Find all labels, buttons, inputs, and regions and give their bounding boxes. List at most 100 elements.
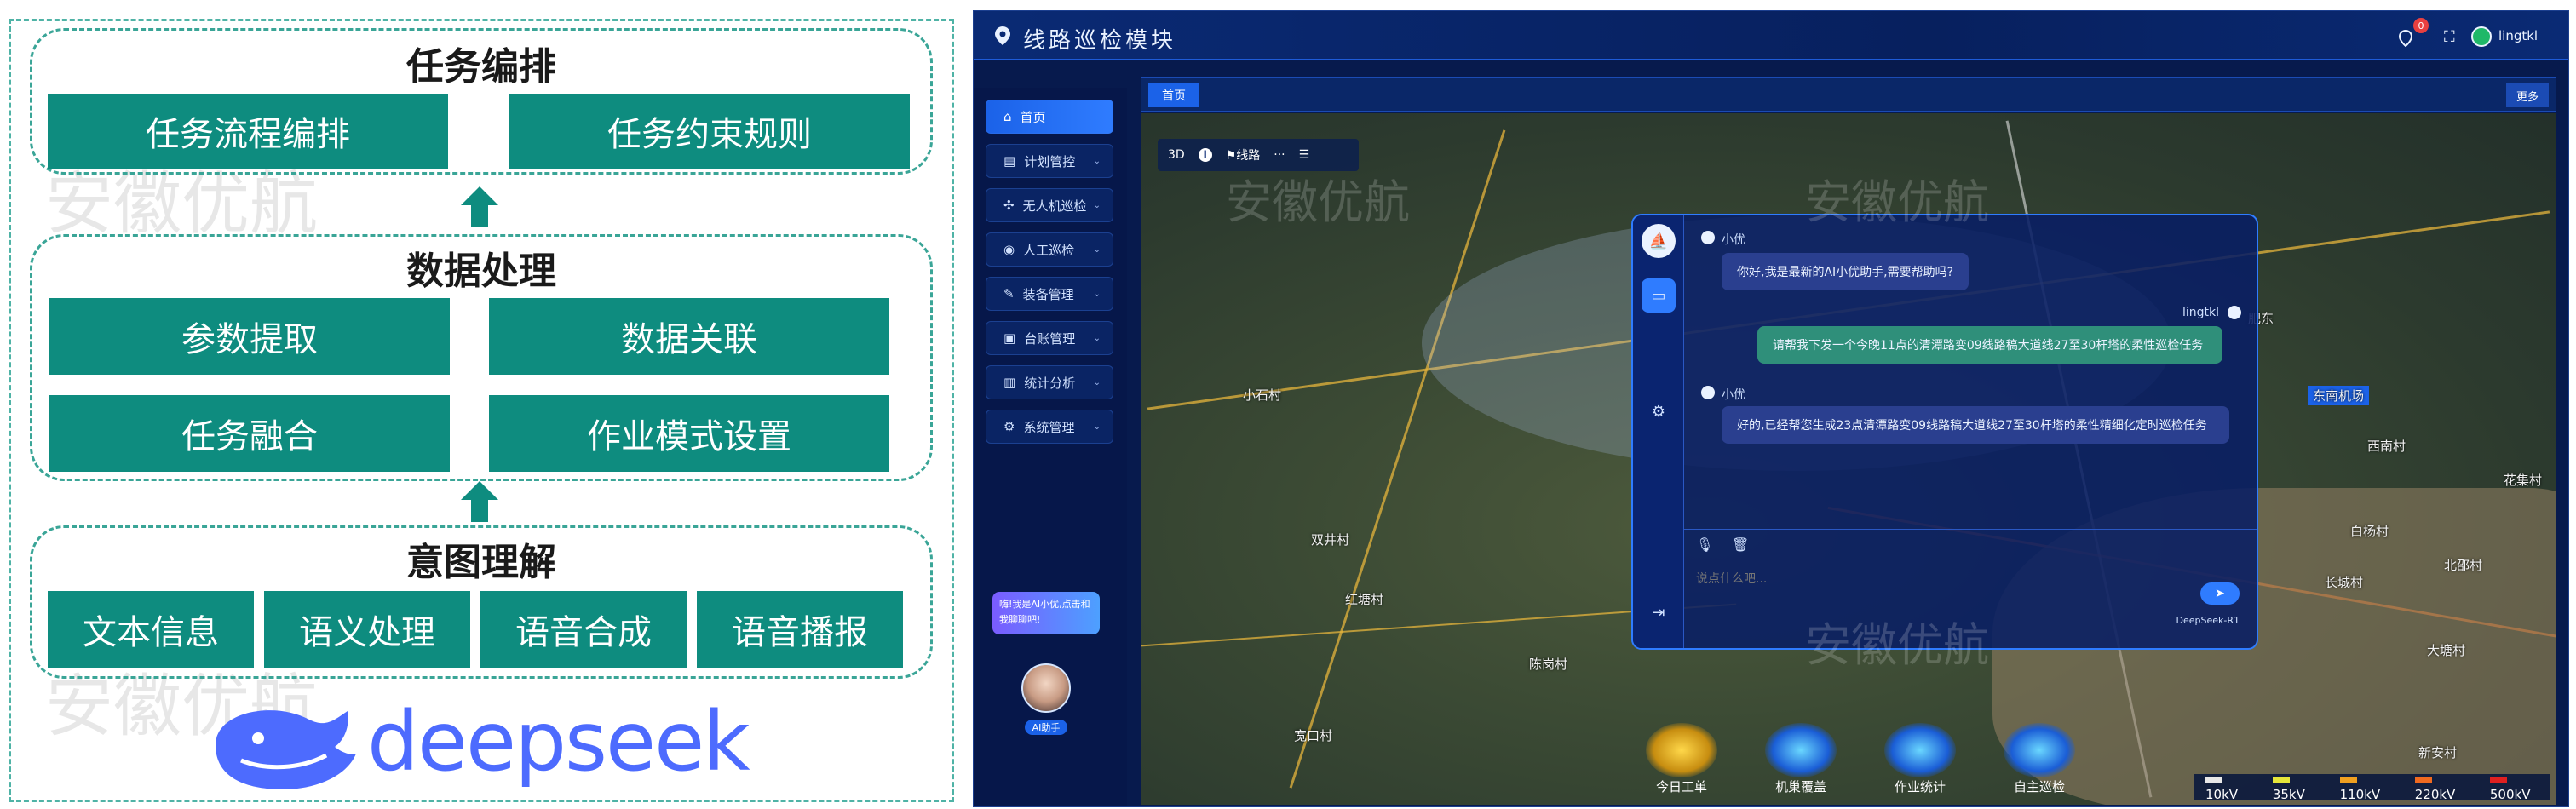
location-icon[interactable] [2398, 30, 2413, 47]
tab-strip: 首页 更多 [1141, 77, 2556, 112]
watermark: 安徽优航 [1226, 175, 1410, 229]
box-semantic: 语义处理 [264, 591, 470, 668]
chevron-down-icon: ⌄ [1093, 244, 1101, 255]
sidebar-item-ledger[interactable]: ▣ 台账管理 ⌄ [986, 321, 1113, 355]
watermark: 安徽优航 [1805, 175, 1989, 229]
box-task-fusion: 任务融合 [49, 395, 450, 472]
sidebar-item-manual[interactable]: ◉ 人工巡检 ⌄ [986, 232, 1113, 267]
avatar[interactable] [2471, 26, 2492, 47]
map-label: 西南村 [2367, 439, 2406, 454]
map-label: 双井村 [1311, 532, 1350, 548]
top-bar: 线路巡检模块 0 ⛶ lingtkl [974, 11, 2568, 60]
drone-icon: ✣ [1003, 198, 1015, 213]
send-icon: ➤ [2215, 587, 2225, 600]
logo-wordmark: deepseek [367, 694, 750, 789]
chat-input[interactable] [1696, 567, 2173, 591]
username[interactable]: lingtkl [2498, 28, 2538, 43]
trash-icon[interactable]: 🗑 [1732, 536, 1749, 553]
bottom-nav-today-orders[interactable]: 今日工单 [1635, 723, 1728, 805]
chevron-down-icon: ⌄ [1093, 200, 1101, 210]
assistant-avatar[interactable] [1021, 663, 1071, 713]
app-title: 线路巡检模块 [1023, 28, 1177, 54]
box-tts: 语音合成 [480, 591, 687, 668]
sidebar-item-equipment[interactable]: ✎ 装备管理 ⌄ [986, 277, 1113, 311]
tab-home[interactable]: 首页 [1148, 83, 1199, 107]
person-icon: ◉ [1003, 242, 1015, 257]
user-name: lingtkl [2182, 306, 2219, 319]
chevron-down-icon: ⌄ [1093, 289, 1101, 299]
chevron-down-icon: ⌄ [1093, 333, 1101, 343]
ai-chat-panel: ⛵ ▭ ⚙ ⇥ 小优 你好,我是最新的AI小优助手,需要帮助吗? lingtkl… [1631, 214, 2258, 650]
bot-name: 小优 [1722, 233, 1745, 247]
clipboard-icon [1646, 723, 1717, 777]
pin-icon [1884, 723, 1956, 777]
chat-message-bot: 好的,已经帮您生成23点清潭路变09线路稿大道线27至30杆塔的柔性精细化定时巡… [1722, 406, 2229, 444]
map-label: 花集村 [2504, 473, 2543, 488]
exit-icon[interactable]: ⇥ [1642, 595, 1676, 629]
bot-avatar [1701, 231, 1715, 244]
map-label: 北邵村 [2444, 558, 2483, 573]
bot-avatar [1701, 386, 1715, 399]
chat-message-bot: 你好,我是最新的AI小优助手,需要帮助吗? [1722, 253, 1969, 290]
notification-badge: 0 [2413, 18, 2429, 33]
more-button[interactable]: 更多 [2506, 83, 2549, 107]
chevron-down-icon: ⌄ [1093, 377, 1101, 387]
up-arrow-icon [461, 481, 498, 522]
settings-icon[interactable]: ⚙ [1642, 394, 1676, 428]
assistant-tip[interactable]: 嗨!我是AI小优,点击和我聊聊吧! [992, 592, 1100, 634]
satellite-map[interactable]: 陈岗村 红塘村 双井村 白杨村 长城村 北邵村 花集村 大塘村 小石村 西南村 … [1141, 113, 2556, 805]
bottom-nav-nest-coverage[interactable]: 机巢覆盖 [1754, 723, 1848, 805]
box-task-flow: 任务流程编排 [48, 94, 448, 169]
home-icon: ⌂ [1003, 109, 1012, 124]
sidebar: ⌂ 首页 ▤ 计划管控 ⌄ ✣ 无人机巡检 ⌄ ◉ 人工巡检 ⌄ ✎ 装备管理 ⌄ ▣ 台账管理 ⌄ … [974, 88, 1127, 806]
sidebar-item-system[interactable]: ⚙ 系统管理 ⌄ [986, 410, 1113, 444]
bottom-nav-auto-patrol[interactable]: 自主巡检 [1992, 723, 2086, 805]
section-task-orchestration: 任务编排 任务流程编排 任务约束规则 [30, 28, 933, 175]
section-title: 意图理解 [406, 541, 556, 584]
legend-item: 220kV [2414, 772, 2475, 802]
model-label: DeepSeek-R1 [2176, 615, 2240, 626]
route-button[interactable]: ⚑线路 [1226, 146, 1261, 164]
mode-3d-button[interactable]: 3D [1168, 148, 1185, 162]
chat-message-user: 请帮我下发一个今晚11点的清潭路变09线路稿大道线27至30杆塔的柔性巡检任务 [1757, 326, 2222, 364]
whale-logo-icon [216, 710, 356, 789]
assistant-label: AI助手 [1025, 720, 1067, 735]
map-label: 东南机场 [2308, 386, 2370, 405]
map-label: 新安村 [2418, 745, 2458, 760]
sidebar-item-plan[interactable]: ▤ 计划管控 ⌄ [986, 144, 1113, 178]
box-voice-broadcast: 语音播报 [697, 591, 903, 668]
box-data-association: 数据关联 [489, 298, 889, 375]
map-label: 陈岗村 [1529, 657, 1568, 672]
section-intent-understanding: 意图理解 文本信息 语义处理 语音合成 语音播报 [30, 525, 933, 679]
architecture-diagram: 安徽优航 安徽优航 任务编排 任务流程编排 任务约束规则 数据处理 参数提取 数… [9, 19, 954, 802]
sidebar-item-drone[interactable]: ✣ 无人机巡检 ⌄ [986, 188, 1113, 222]
send-button[interactable]: ➤ [2200, 582, 2240, 605]
chat-icon[interactable]: ▭ [1642, 278, 1676, 313]
legend-item: 35kV [2272, 772, 2325, 802]
sidebar-item-stats[interactable]: ▥ 统计分析 ⌄ [986, 365, 1113, 399]
sail-logo-icon[interactable]: ⛵ [1642, 224, 1676, 258]
bot-name: 小优 [1722, 388, 1745, 402]
map-label: 白杨村 [2350, 524, 2389, 539]
section-title: 数据处理 [406, 250, 556, 293]
menu-icon[interactable]: ☰ [1299, 148, 1310, 162]
user-avatar [2228, 306, 2241, 319]
fullscreen-icon[interactable]: ⛶ [2444, 28, 2455, 46]
sidebar-item-home[interactable]: ⌂ 首页 [986, 100, 1113, 134]
watermark: 安徽优航 [1805, 618, 1989, 672]
box-text-info: 文本信息 [48, 591, 254, 668]
box-param-extract: 参数提取 [49, 298, 450, 375]
info-icon[interactable]: i [1198, 148, 1212, 162]
map-label: 小石村 [1243, 387, 1282, 403]
legend-item: 110kV [2339, 772, 2400, 802]
toolbar-more-button[interactable]: ··· [1274, 148, 1285, 162]
chat-sidebar: ⛵ ▭ ⚙ ⇥ [1633, 215, 1684, 648]
bottom-nav-work-stats[interactable]: 作业统计 [1873, 723, 1967, 805]
route-icon: ⚑ [1225, 149, 1237, 163]
microphone-icon[interactable]: 🎙 [1696, 536, 1713, 553]
legend-item: 500kV [2489, 772, 2550, 802]
chevron-down-icon: ⌄ [1093, 422, 1101, 432]
map-label: 大塘村 [2427, 643, 2466, 658]
box-work-mode: 作业模式设置 [489, 395, 889, 472]
legend-item: 10kV [2205, 772, 2257, 802]
